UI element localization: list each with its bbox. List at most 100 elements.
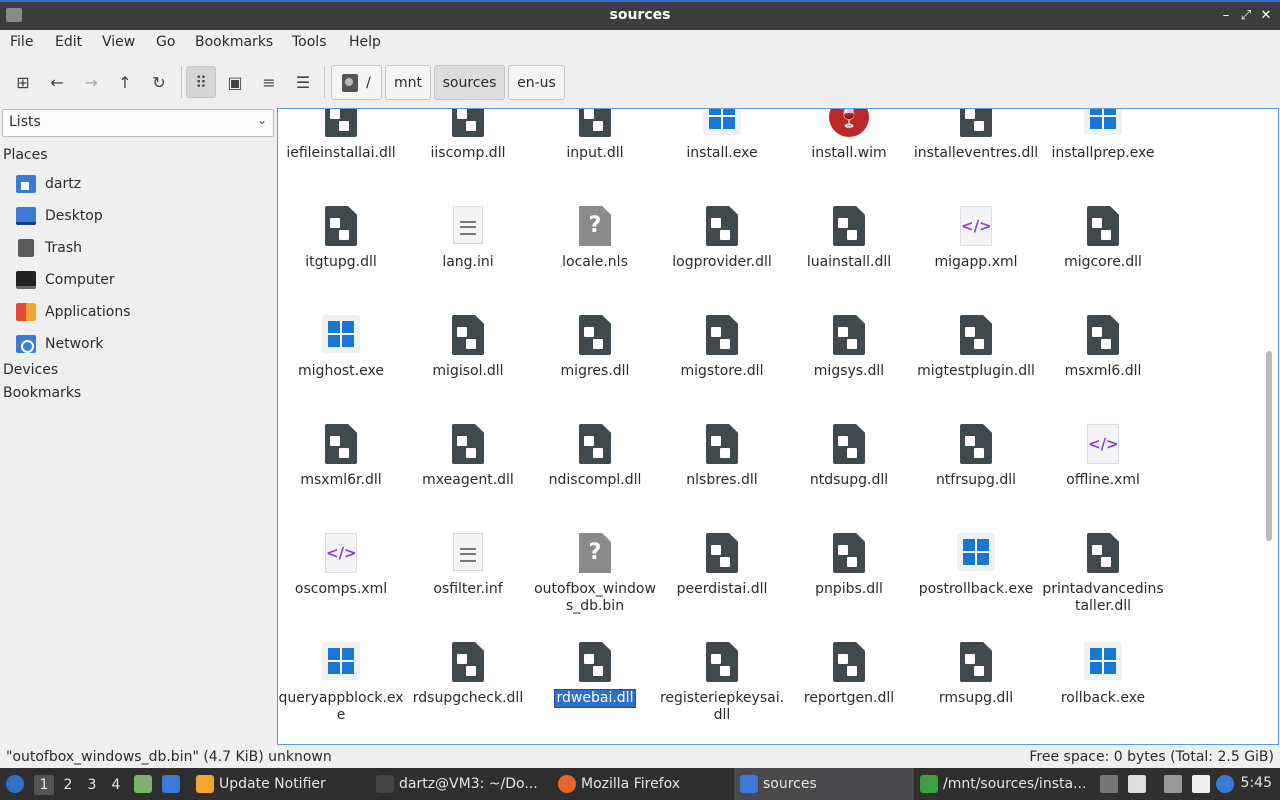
file-item[interactable]: registeriepkeysai.dll — [659, 642, 785, 724]
side-pane-mode-select[interactable]: Lists ⌄ — [2, 109, 274, 137]
task-sources[interactable]: sources — [734, 768, 914, 800]
menu-file[interactable]: File — [10, 34, 33, 50]
file-item[interactable]: </> migapp.xml — [913, 206, 1039, 271]
file-item[interactable]: input.dll — [532, 109, 658, 162]
compact-view-icon[interactable]: ≡ — [254, 66, 284, 98]
file-item[interactable]: lang.ini — [405, 206, 531, 271]
file-item[interactable]: peerdistai.dll — [659, 533, 785, 598]
file-item[interactable]: postrollback.exe — [913, 533, 1039, 598]
file-view[interactable]: iefileinstallai.dll iiscomp.dll input.dll i… — [277, 108, 1279, 745]
file-item[interactable]: 🍷 install.wim — [786, 109, 912, 162]
taskbar: 1 2 3 4 Update Notifier dartz@VM3: ~/Do.… — [0, 768, 1280, 800]
file-item[interactable]: migsys.dll — [786, 315, 912, 380]
file-item[interactable]: itgtupg.dll — [278, 206, 404, 271]
file-item[interactable]: pnpibs.dll — [786, 533, 912, 598]
file-item[interactable]: migisol.dll — [405, 315, 531, 380]
task-terminal[interactable]: dartz@VM3: ~/Do... — [376, 768, 538, 800]
task-mnt-sources[interactable]: /mnt/sources/insta... — [920, 768, 1086, 800]
menu-help[interactable]: Help — [349, 34, 381, 50]
dll-file-icon — [702, 642, 742, 684]
reload-icon[interactable]: ↻ — [144, 66, 174, 98]
path-segment-en-us[interactable]: en-us — [508, 65, 565, 100]
file-item[interactable]: rollback.exe — [1040, 642, 1166, 707]
file-name: itgtupg.dll — [305, 254, 377, 270]
file-item[interactable]: rmsupg.dll — [913, 642, 1039, 707]
file-item[interactable]: osfilter.inf — [405, 533, 531, 598]
places-heading[interactable]: Places — [3, 147, 48, 163]
sidebar-item-desktop[interactable]: Desktop — [16, 204, 266, 228]
file-label: lang.ini — [405, 254, 531, 271]
file-item[interactable]: ? locale.nls — [532, 206, 658, 271]
file-item[interactable]: printadvancedinstaller.dll — [1040, 533, 1166, 615]
file-item[interactable]: </> oscomps.xml — [278, 533, 404, 598]
file-item[interactable]: iefileinstallai.dll — [278, 109, 404, 162]
file-item[interactable]: ? outofbox_windows_db.bin — [532, 533, 658, 615]
minimize-button[interactable]: – — [1216, 6, 1236, 26]
bookmarks-heading[interactable]: Bookmarks — [3, 385, 81, 401]
menu-view[interactable]: View — [102, 34, 135, 50]
start-menu-button[interactable] — [6, 768, 29, 800]
file-item[interactable]: ndiscompl.dll — [532, 424, 658, 489]
up-icon[interactable]: ↑ — [110, 66, 140, 98]
file-item[interactable]: iiscomp.dll — [405, 109, 531, 162]
file-item[interactable]: installeventres.dll — [913, 109, 1039, 162]
workspace-2[interactable]: 2 — [58, 775, 78, 795]
sidebar-item-trash[interactable]: Trash — [16, 236, 266, 260]
path-segment-mnt[interactable]: mnt — [385, 65, 431, 100]
file-item[interactable]: queryappblock.exe — [278, 642, 404, 724]
file-item[interactable]: logprovider.dll — [659, 206, 785, 271]
file-item[interactable]: installprep.exe — [1040, 109, 1166, 162]
back-icon[interactable]: ← — [42, 66, 72, 98]
file-item[interactable]: mxeagent.dll — [405, 424, 531, 489]
file-item[interactable]: rdsupgcheck.dll — [405, 642, 531, 707]
file-item[interactable]: </> offline.xml — [1040, 424, 1166, 489]
file-item[interactable]: migcore.dll — [1040, 206, 1166, 271]
quicklaunch-desktop[interactable] — [162, 768, 185, 800]
windows-executable-icon — [956, 533, 996, 575]
new-tab-icon[interactable]: ⊞ — [8, 66, 38, 98]
forward-icon[interactable]: → — [76, 66, 106, 98]
detailed-list-view-icon[interactable]: ☰ — [288, 66, 318, 98]
file-item[interactable]: install.exe — [659, 109, 785, 162]
network-status-icon[interactable] — [1164, 775, 1182, 793]
quicklaunch-files[interactable] — [134, 768, 157, 800]
file-item[interactable]: reportgen.dll — [786, 642, 912, 707]
sidebar-item-applications[interactable]: Applications — [16, 300, 266, 324]
file-item[interactable]: nlsbres.dll — [659, 424, 785, 489]
notification-icon[interactable] — [1216, 775, 1234, 793]
close-button[interactable]: ✕ — [1256, 6, 1276, 26]
file-item[interactable]: migres.dll — [532, 315, 658, 380]
sidebar-item-dartz[interactable]: dartz — [16, 172, 266, 196]
clipboard-icon[interactable] — [1192, 775, 1210, 793]
file-item[interactable]: msxml6.dll — [1040, 315, 1166, 380]
file-item[interactable]: migstore.dll — [659, 315, 785, 380]
scrollbar-thumb[interactable] — [1266, 351, 1272, 541]
path-segment-sources[interactable]: sources — [434, 65, 505, 100]
menu-tools[interactable]: Tools — [292, 34, 327, 50]
devices-heading[interactable]: Devices — [3, 362, 58, 378]
file-item[interactable]: migtestplugin.dll — [913, 315, 1039, 380]
icon-view-icon[interactable]: ⠿ — [186, 66, 216, 98]
eject-icon[interactable] — [1100, 775, 1118, 793]
file-item[interactable]: msxml6r.dll — [278, 424, 404, 489]
workspace-1[interactable]: 1 — [34, 775, 54, 795]
file-item[interactable]: mighost.exe — [278, 315, 404, 380]
volume-icon[interactable] — [1128, 775, 1146, 793]
sidebar-item-computer[interactable]: Computer — [16, 268, 266, 292]
menu-edit[interactable]: Edit — [55, 34, 82, 50]
task-update-notifier[interactable]: Update Notifier — [196, 768, 326, 800]
clock[interactable]: 5:45 — [1241, 775, 1272, 791]
menu-go[interactable]: Go — [156, 34, 175, 50]
sidebar-item-network[interactable]: Network — [16, 332, 266, 356]
file-item[interactable]: ntdsupg.dll — [786, 424, 912, 489]
workspace-4[interactable]: 4 — [106, 775, 126, 795]
maximize-button[interactable]: ⤢ — [1236, 6, 1256, 26]
task-firefox[interactable]: Mozilla Firefox — [558, 768, 680, 800]
file-item[interactable]: luainstall.dll — [786, 206, 912, 271]
file-item[interactable]: ntfrsupg.dll — [913, 424, 1039, 489]
file-item[interactable]: rdwebai.dll — [532, 642, 658, 708]
workspace-3[interactable]: 3 — [82, 775, 102, 795]
thumbnail-view-icon[interactable]: ▣ — [220, 66, 250, 98]
menu-bookmarks[interactable]: Bookmarks — [195, 34, 273, 50]
path-root-button[interactable]: / — [331, 65, 382, 100]
